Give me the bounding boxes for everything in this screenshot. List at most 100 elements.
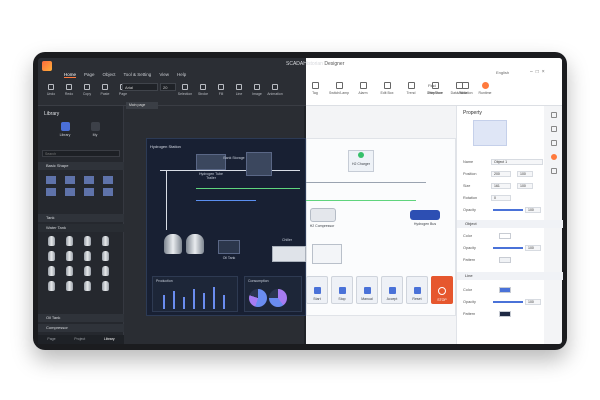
bottom-tab-project[interactable]: Project	[74, 335, 85, 344]
layers-icon[interactable]	[551, 126, 557, 132]
tank-item[interactable]	[102, 281, 109, 291]
hydrogen-bus[interactable]	[410, 210, 440, 220]
tank-item[interactable]	[48, 266, 55, 276]
tank-item[interactable]	[84, 251, 91, 261]
line-pattern-swatch[interactable]	[499, 311, 511, 317]
tank-item[interactable]	[48, 236, 55, 246]
line-opacity-slider[interactable]	[493, 301, 523, 303]
fill-button[interactable]: Fill	[214, 84, 228, 96]
tank-item[interactable]	[84, 281, 91, 291]
shape-item[interactable]	[84, 188, 94, 196]
opacity-input[interactable]: 100	[525, 207, 541, 213]
bank-storage[interactable]	[246, 152, 272, 176]
tank-item[interactable]	[84, 266, 91, 276]
menu-tool-setting[interactable]: Tool & Setting	[124, 72, 152, 78]
alarm-button[interactable]: Alarm	[354, 82, 372, 95]
section-tank[interactable]: Tank	[38, 214, 124, 222]
image-button[interactable]: Image	[250, 84, 264, 96]
bottom-tab-library[interactable]: Library	[104, 335, 115, 344]
library-search-input[interactable]: Search	[42, 150, 120, 157]
section-compressor[interactable]: Compressor	[38, 324, 124, 332]
edit-box-button[interactable]: Edit Box	[378, 82, 396, 95]
size-height-input[interactable]: 100	[517, 183, 533, 189]
object-section[interactable]: Object	[457, 220, 563, 228]
language-selector[interactable]: English	[496, 70, 509, 75]
shape-item[interactable]	[65, 188, 75, 196]
opacity-slider[interactable]	[493, 209, 523, 211]
property-icon[interactable]	[551, 112, 557, 118]
chiller[interactable]	[272, 246, 306, 262]
storage-cylinder[interactable]	[164, 234, 182, 254]
section-water-tank[interactable]: Water Tank	[38, 224, 124, 232]
record-icon[interactable]	[551, 154, 557, 160]
tank-item[interactable]	[66, 281, 73, 291]
menu-page[interactable]: Page	[84, 72, 95, 78]
manual-button[interactable]: Manual	[356, 276, 378, 304]
emergency-stop-button[interactable]: STOP	[431, 276, 453, 304]
bottom-tab-page[interactable]: Page	[47, 335, 55, 344]
switch-lamp-button[interactable]: Switch/Lamp	[329, 82, 349, 95]
script-icon[interactable]	[551, 168, 557, 174]
find-button[interactable]: Find	[428, 82, 443, 89]
shape-item[interactable]	[103, 188, 113, 196]
my-tab[interactable]: My	[88, 122, 102, 137]
font-size-select[interactable]: 20	[160, 83, 176, 91]
pattern-swatch[interactable]	[499, 257, 511, 263]
name-input[interactable]: Object 1	[491, 159, 543, 165]
menu-home[interactable]: Home	[64, 72, 77, 78]
color-swatch[interactable]	[499, 233, 511, 239]
tank-item[interactable]	[102, 266, 109, 276]
shape-item[interactable]	[46, 188, 56, 196]
tank-item[interactable]	[66, 236, 73, 246]
section-oil-tank[interactable]: Oil Tank	[38, 314, 124, 322]
shape-item[interactable]	[103, 176, 113, 184]
position-y-input[interactable]: 100	[517, 171, 533, 177]
accept-button[interactable]: Accept	[381, 276, 403, 304]
font-family-select[interactable]: Arial	[122, 83, 158, 91]
section-basic-shape[interactable]: Basic Shape	[38, 162, 124, 170]
oil-tank[interactable]	[218, 240, 240, 254]
undo-button[interactable]: Undo	[44, 84, 58, 96]
stop-control-button[interactable]: Stop	[331, 276, 353, 304]
storage-cylinder[interactable]	[186, 234, 204, 254]
rotation-input[interactable]: 0	[491, 195, 511, 201]
shape-item[interactable]	[65, 176, 75, 184]
line-section[interactable]: Line	[457, 272, 563, 280]
tank-item[interactable]	[66, 266, 73, 276]
menu-view[interactable]: View	[159, 72, 169, 78]
tank-item[interactable]	[66, 251, 73, 261]
validation-button[interactable]: Validation	[456, 82, 474, 95]
tank-item[interactable]	[48, 281, 55, 291]
object-opacity-input[interactable]: 100	[525, 245, 541, 251]
shape-item[interactable]	[46, 176, 56, 184]
start-button[interactable]: Start	[306, 276, 328, 304]
animation-button[interactable]: Animation	[267, 84, 283, 96]
redo-button[interactable]: Redo	[62, 84, 76, 96]
tab-main-page[interactable]: Main page	[126, 102, 158, 109]
tag-button[interactable]: Tag	[306, 82, 324, 95]
paste-button[interactable]: Paste	[98, 84, 112, 96]
position-x-input[interactable]: 200	[491, 171, 511, 177]
tank-item[interactable]	[102, 251, 109, 261]
shape-item[interactable]	[84, 176, 94, 184]
copy-button[interactable]: Copy	[80, 84, 94, 96]
tank-item[interactable]	[48, 251, 55, 261]
replace-button[interactable]: Replace	[428, 89, 443, 96]
stroke-button[interactable]: Stroke	[196, 84, 210, 96]
tank-item[interactable]	[102, 236, 109, 246]
menu-object[interactable]: Object	[103, 72, 116, 78]
menu-help[interactable]: Help	[177, 72, 186, 78]
trend-button[interactable]: Trend	[402, 82, 420, 95]
event-icon[interactable]	[551, 140, 557, 146]
dispenser-panel[interactable]	[312, 244, 342, 264]
line-button[interactable]: Line	[232, 84, 246, 96]
line-color-swatch[interactable]	[499, 287, 511, 293]
runtime-button[interactable]: Runtime	[476, 82, 494, 95]
tank-item[interactable]	[84, 236, 91, 246]
window-controls[interactable]: –□×	[530, 69, 548, 75]
line-opacity-input[interactable]: 100	[525, 299, 541, 305]
object-opacity-slider[interactable]	[493, 247, 523, 249]
h2-compressor[interactable]	[310, 208, 336, 222]
reset-button[interactable]: Reset	[406, 276, 428, 304]
selection-button[interactable]: Selection	[178, 84, 192, 96]
